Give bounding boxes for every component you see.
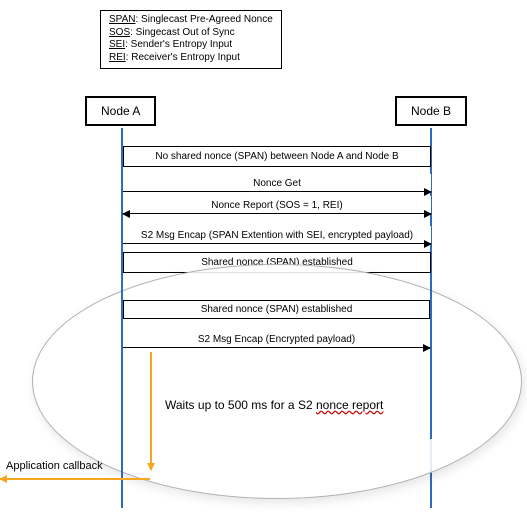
zoom-s2-encap-encrypted: S2 Msg Encap (Encrypted payload) <box>123 332 430 348</box>
zoom-lifeline-b <box>430 274 432 439</box>
legend-sos: SOS: Singecast Out of Sync <box>109 27 273 40</box>
callback-label: Application callback <box>6 460 103 472</box>
legend-span: SPAN: Singlecast Pre-Agreed Nonce <box>109 14 273 27</box>
legend-box: SPAN: Singlecast Pre-Agreed Nonce SOS: S… <box>100 10 282 69</box>
wait-duration-arrow <box>150 352 152 470</box>
callback-arrow <box>0 478 150 480</box>
node-a: Node A <box>85 96 156 126</box>
msg-nonce-get: Nonce Get <box>123 174 431 192</box>
wait-text: Waits up to 500 ms for a S2 nonce report <box>165 398 425 412</box>
msg-s2-encap-span: S2 Msg Encap (SPAN Extention with SEI, e… <box>123 226 431 244</box>
node-b: Node B <box>395 96 467 126</box>
legend-rei: REI: Receiver's Entropy Input <box>109 52 273 65</box>
msg-nonce-report: Nonce Report (SOS = 1, REI) <box>123 196 431 214</box>
zoom-shared-nonce: Shared nonce (SPAN) established <box>123 300 430 319</box>
msg-no-shared-nonce: No shared nonce (SPAN) between Node A an… <box>123 146 431 167</box>
legend-sei: SEI: Sender's Entropy Input <box>109 39 273 52</box>
